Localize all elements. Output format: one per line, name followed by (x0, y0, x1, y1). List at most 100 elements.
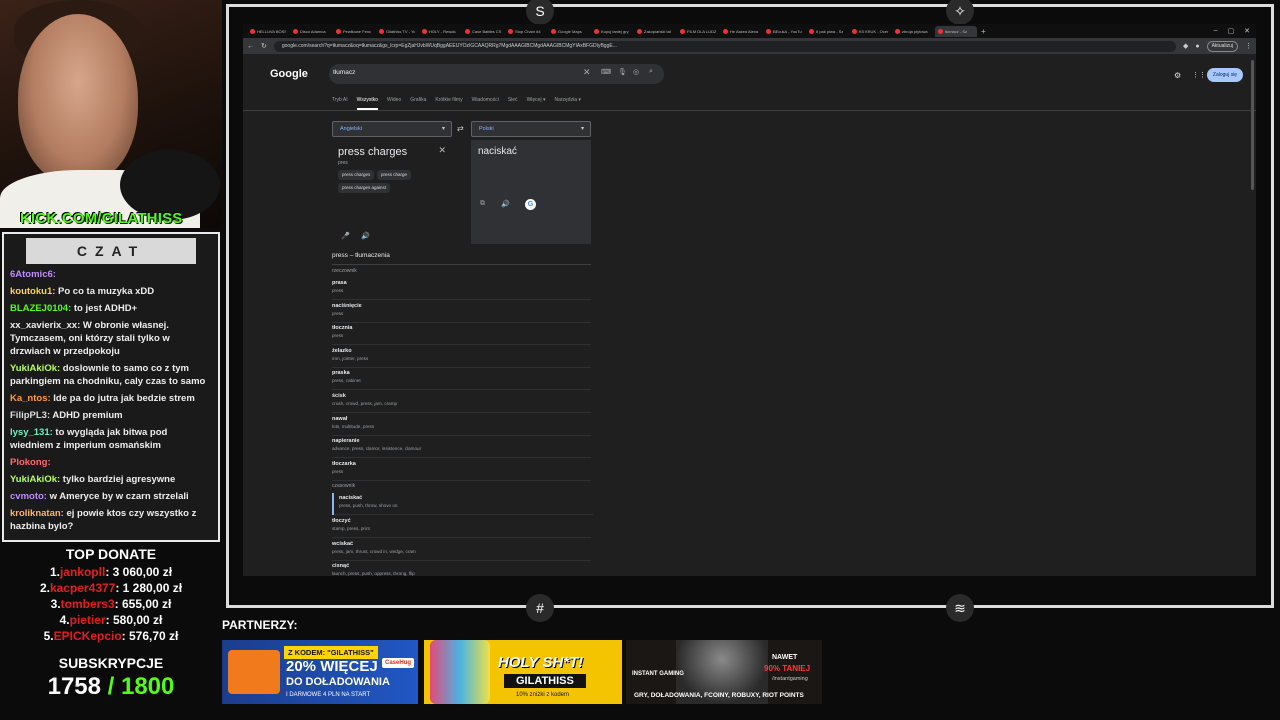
entry-word: ścisk (332, 393, 346, 399)
chat-username[interactable]: BLAZEJ0104: (10, 303, 71, 314)
search-tab[interactable]: Wszystko (356, 97, 379, 110)
close-window-icon[interactable]: ✕ (1244, 27, 1250, 35)
dictionary-entry[interactable]: tłocznia press (332, 323, 591, 346)
address-bar[interactable]: google.com/search?q=tłumacz&oq=tłumacz&g… (273, 40, 1176, 52)
browser-tab[interactable]: He Asked Alexa (720, 26, 762, 37)
entry-word: naciśnięcie (332, 302, 362, 309)
dictionary-entry[interactable]: ścisk crush, crowd, press, jam, cramp (332, 391, 591, 413)
browser-tab[interactable]: Pewłkowe Fenc (333, 26, 375, 37)
donor-amount: : 580,00 zł (105, 613, 163, 627)
browser-tab[interactable]: HOLY - Rewolu (419, 26, 461, 37)
dictionary-entry[interactable]: wciskać press, jam, thrust, crowd in, wed… (332, 539, 591, 561)
frame-grid-icon: # (526, 594, 554, 622)
donor-rank: 2. (39, 581, 50, 595)
chat-username[interactable]: kroliknatan: (10, 508, 64, 519)
update-button[interactable]: Aktualizuj (1206, 40, 1238, 52)
search-tab[interactable]: Narzędzia ▾ (554, 97, 580, 110)
search-query[interactable]: tłumacz (333, 69, 355, 76)
browser-tab[interactable]: BEcukA - YouTub (763, 26, 805, 37)
chat-username[interactable]: cvmoto: (10, 491, 47, 502)
suggestion-chip[interactable]: press charge (377, 170, 412, 180)
browser-tab[interactable]: Gilathiss TV - Yo (376, 26, 418, 37)
swap-languages-icon[interactable]: ⇄ (457, 124, 464, 133)
browser-tab[interactable]: Disco Adamca (290, 26, 332, 37)
speaker-icon[interactable]: 🔊 (361, 232, 370, 240)
suggestion-chip[interactable]: press charges (338, 170, 375, 180)
browser-tab[interactable]: Case Battles CS (462, 26, 504, 37)
settings-gear-icon[interactable]: ⚙ (1174, 71, 1181, 80)
browser-tab[interactable]: Zakopiański tał (634, 26, 676, 37)
search-tab[interactable]: Sieć (508, 97, 518, 110)
clear-source-icon[interactable]: ✕ (438, 145, 446, 156)
signin-button[interactable]: Zaloguj się (1207, 68, 1243, 82)
chat-list: 6Atomic6: koutoku1: Po co ta muzyka xDD BL… (4, 264, 218, 541)
source-text-area[interactable]: press charges pres ✕ press charges press… (332, 140, 452, 244)
dictionary-entry[interactable]: cisnąć launch, press, push, oppress, thro… (332, 561, 591, 576)
dictionary-entry[interactable]: naciśnięcie press (332, 301, 591, 323)
extension-icon[interactable]: ◆ (1183, 42, 1188, 50)
browser-tab[interactable]: HELLUVA BOSS (247, 26, 289, 37)
dictionary-entry[interactable]: naciskać press, push, throw, shove on (332, 493, 593, 516)
chat-username[interactable]: Ka_ntos: (10, 393, 51, 404)
lens-icon[interactable]: ◎ (633, 68, 639, 76)
profile-icon[interactable]: ● (1195, 43, 1199, 50)
chat-username[interactable]: lysy_131: (10, 427, 53, 438)
tab-title: Gilathiss TV - Yo (386, 28, 415, 34)
source-text[interactable]: press charges (338, 146, 407, 158)
suggestion-chip[interactable]: press charges against (338, 183, 391, 193)
browser-tab[interactable]: Google Maps (548, 26, 590, 37)
search-tab[interactable]: Więcej ▾ (527, 97, 546, 110)
browser-tab[interactable]: Stop Cham #4 (505, 26, 547, 37)
dictionary-entry[interactable]: praska press, cabinet (332, 368, 591, 391)
dictionary-entry[interactable]: żelazko iron, jointer, press (332, 346, 591, 368)
page-scrollbar[interactable] (1251, 60, 1254, 190)
search-icon[interactable]: ⌕ (649, 68, 653, 76)
chat-username[interactable]: 6Atomic6: (10, 269, 56, 280)
copy-icon[interactable]: ⧉ (480, 200, 485, 208)
clear-search-icon[interactable]: ✕ (583, 67, 591, 78)
google-logo[interactable]: Google (270, 68, 308, 80)
search-box[interactable]: tłumacz ✕ ⌨ 🎙 ◎ ⌕ (329, 64, 664, 84)
dictionary-entry[interactable]: prasa press (332, 278, 591, 300)
partner1-headline: 20% WIĘCEJ (286, 658, 378, 675)
google-translate-icon[interactable]: G (525, 199, 536, 210)
search-tab[interactable]: Grafika (410, 97, 426, 110)
apps-grid-icon[interactable]: ⋮⋮ (1192, 71, 1206, 79)
chat-username[interactable]: Plokong: (10, 457, 51, 468)
speaker-icon[interactable]: 🔊 (501, 200, 510, 208)
dictionary-entry[interactable]: tłoczyć stamp, press, print (332, 516, 591, 538)
browser-tab[interactable]: 6 pak piwa - Sz (806, 26, 848, 37)
dictionary-entry[interactable]: tłoczarka press (332, 459, 591, 481)
new-tab-icon[interactable]: + (981, 27, 986, 36)
tab-favicon-icon (293, 28, 298, 34)
search-tab[interactable]: Wiadomości (472, 97, 499, 110)
microphone-icon[interactable]: 🎤 (341, 232, 350, 240)
back-icon[interactable]: ← (247, 43, 254, 50)
search-tab[interactable]: Krótkie filmy (435, 97, 462, 110)
chat-username[interactable]: YukiAkiOk: (10, 363, 60, 374)
donor-row: 3.tombers3: 655,00 zł (0, 596, 222, 612)
chat-text: Ide pa do jutra jak bedzie strem (50, 393, 195, 404)
browser-tab[interactable]: zbroja płytowa (892, 26, 934, 37)
menu-icon[interactable]: ⋮ (1245, 42, 1252, 50)
dictionary-entry[interactable]: nawał lots, multitude, press (332, 414, 591, 436)
browser-tab[interactable]: K5 KRUK - Ocen (849, 26, 891, 37)
chat-username[interactable]: koutoku1: (10, 286, 55, 297)
browser-tab[interactable]: tłumacz - Sz (935, 25, 977, 37)
dictionary-entry[interactable]: napieranie advance, press, clamor, insist… (332, 436, 591, 459)
minimize-icon[interactable]: – (1214, 27, 1218, 35)
mic-icon[interactable]: 🎙 (618, 68, 627, 76)
target-language-select[interactable]: Polski ▾ (471, 121, 591, 137)
chat-username[interactable]: xx_xavierix_xx: (10, 320, 80, 331)
source-language-select[interactable]: Angielski ▾ (332, 121, 452, 137)
keyboard-icon[interactable]: ⌨ (601, 68, 611, 76)
browser-tab[interactable]: FILM DLA LUDZ (677, 26, 719, 37)
search-tab[interactable]: Wideo (387, 97, 401, 110)
reload-icon[interactable]: ↻ (261, 42, 267, 50)
browser-tab[interactable]: Kupuj taniej gry (591, 26, 633, 37)
chat-username[interactable]: YukiAkiOk: (10, 474, 60, 485)
search-tab[interactable]: Tryb AI (332, 97, 348, 110)
chat-username[interactable]: FilipPL3: (10, 410, 50, 421)
maximize-icon[interactable]: ▢ (1228, 27, 1235, 35)
partner2-code: GILATHISS (504, 674, 586, 688)
